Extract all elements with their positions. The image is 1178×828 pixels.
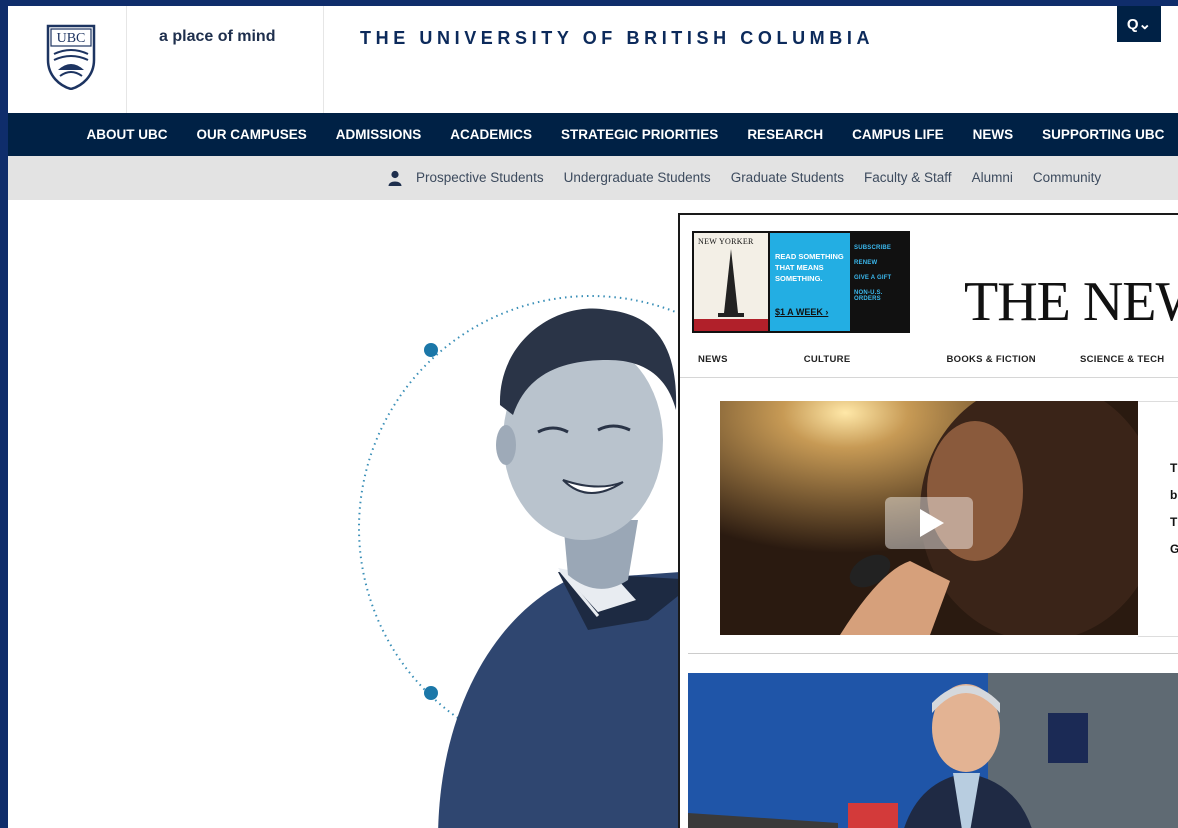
- story-text-fragment: T: [1170, 515, 1178, 529]
- ad-link-non-u-s-orders[interactable]: NON-U.S. ORDERS: [854, 290, 908, 302]
- section-divider: [688, 653, 1178, 654]
- news-photo[interactable]: [688, 673, 1178, 828]
- tagline: a place of mind: [159, 28, 276, 45]
- audience-link-faculty-staff[interactable]: Faculty & Staff: [854, 156, 962, 200]
- audience-link-prospective-students[interactable]: Prospective Students: [406, 156, 554, 200]
- newyorker-nav: NEWS CULTURE BOOKS & FICTION SCIENCE & TECH…: [680, 343, 1178, 378]
- press-photo-image: [688, 673, 1178, 828]
- svg-text:UBC: UBC: [57, 31, 86, 46]
- newyorker-masthead[interactable]: THE NEW: [964, 270, 1178, 334]
- play-button[interactable]: [885, 497, 973, 549]
- audience-link-alumni[interactable]: Alumni: [962, 156, 1023, 200]
- audience-link-undergraduate-students[interactable]: Undergraduate Students: [554, 156, 721, 200]
- nav-item-our-campuses[interactable]: OUR CAMPUSES: [182, 113, 321, 156]
- person-icon: [388, 170, 402, 186]
- search-toggle-button[interactable]: Q⌄: [1117, 6, 1161, 42]
- browser-viewport: UBC a place of mind THE UNIVERSITY OF BR…: [8, 6, 1178, 828]
- price-link[interactable]: $1 A WEEK ›: [775, 307, 828, 317]
- ny-nav-item-culture[interactable]: CULTURE: [804, 343, 851, 377]
- story-text-fragment: b: [1170, 488, 1178, 502]
- story-text-snippet: TbTG: [1170, 455, 1178, 563]
- ad-link-give-a-gift[interactable]: GIVE A GIFT: [854, 275, 908, 281]
- video-player[interactable]: [720, 401, 1138, 635]
- logo-cell: UBC: [8, 6, 127, 113]
- nav-item-research[interactable]: RESEARCH: [733, 113, 838, 156]
- nav-item-campus-life[interactable]: CAMPUS LIFE: [838, 113, 959, 156]
- nav-item-admissions[interactable]: ADMISSIONS: [321, 113, 436, 156]
- ny-nav-item-books-fiction[interactable]: BOOKS & FICTION: [946, 343, 1035, 377]
- nav-item-about-ubc[interactable]: ABOUT UBC: [72, 113, 182, 156]
- accent-dot: [424, 686, 438, 700]
- subscription-ad[interactable]: NEW YORKER READ SOMETHING THAT MEANS SOM…: [692, 231, 910, 333]
- search-icon: Q⌄: [1126, 16, 1152, 33]
- ubc-header: UBC a place of mind THE UNIVERSITY OF BR…: [8, 6, 1178, 113]
- promo-panel: READ SOMETHING THAT MEANS SOMETHING. $1 …: [770, 233, 850, 331]
- primary-nav: ABOUT UBC OUR CAMPUSES ADMISSIONS ACADEMICS…: [8, 113, 1178, 156]
- ny-nav-item-science-tech[interactable]: SCIENCE & TECH: [1080, 343, 1164, 377]
- audience-link-graduate-students[interactable]: Graduate Students: [721, 156, 854, 200]
- ubc-crest-logo[interactable]: UBC: [46, 24, 96, 90]
- ny-nav-item-news[interactable]: NEWS: [698, 343, 728, 377]
- story-text-fragment: T: [1170, 461, 1178, 475]
- newyorker-overlay-window[interactable]: NEW YORKER READ SOMETHING THAT MEANS SOM…: [678, 213, 1178, 828]
- play-icon: [920, 509, 944, 537]
- nav-item-strategic-priorities[interactable]: STRATEGIC PRIORITIES: [547, 113, 733, 156]
- audience-nav: Prospective Students Undergraduate Studen…: [8, 156, 1178, 200]
- nav-item-academics[interactable]: ACADEMICS: [436, 113, 547, 156]
- ad-link-subscribe[interactable]: SUBSCRIBE: [854, 245, 908, 251]
- accent-dot: [424, 343, 438, 357]
- nav-item-news[interactable]: NEWS: [958, 113, 1028, 156]
- university-wordmark[interactable]: THE UNIVERSITY OF BRITISH COLUMBIA: [360, 28, 874, 49]
- ad-links: SUBSCRIBE RENEW GIVE A GIFT NON-U.S. ORDERS: [854, 245, 908, 311]
- audience-link-community[interactable]: Community: [1023, 156, 1111, 200]
- ad-link-renew[interactable]: RENEW: [854, 260, 908, 266]
- story-text-fragment: G: [1170, 536, 1178, 563]
- promo-text: READ SOMETHING THAT MEANS SOMETHING.: [775, 252, 844, 283]
- nav-item-supporting-ubc[interactable]: SUPPORTING UBC: [1028, 113, 1178, 156]
- magazine-cover-image: NEW YORKER: [694, 233, 768, 331]
- eiffel-tower-icon: [694, 249, 768, 331]
- tagline-cell: a place of mind: [127, 6, 324, 113]
